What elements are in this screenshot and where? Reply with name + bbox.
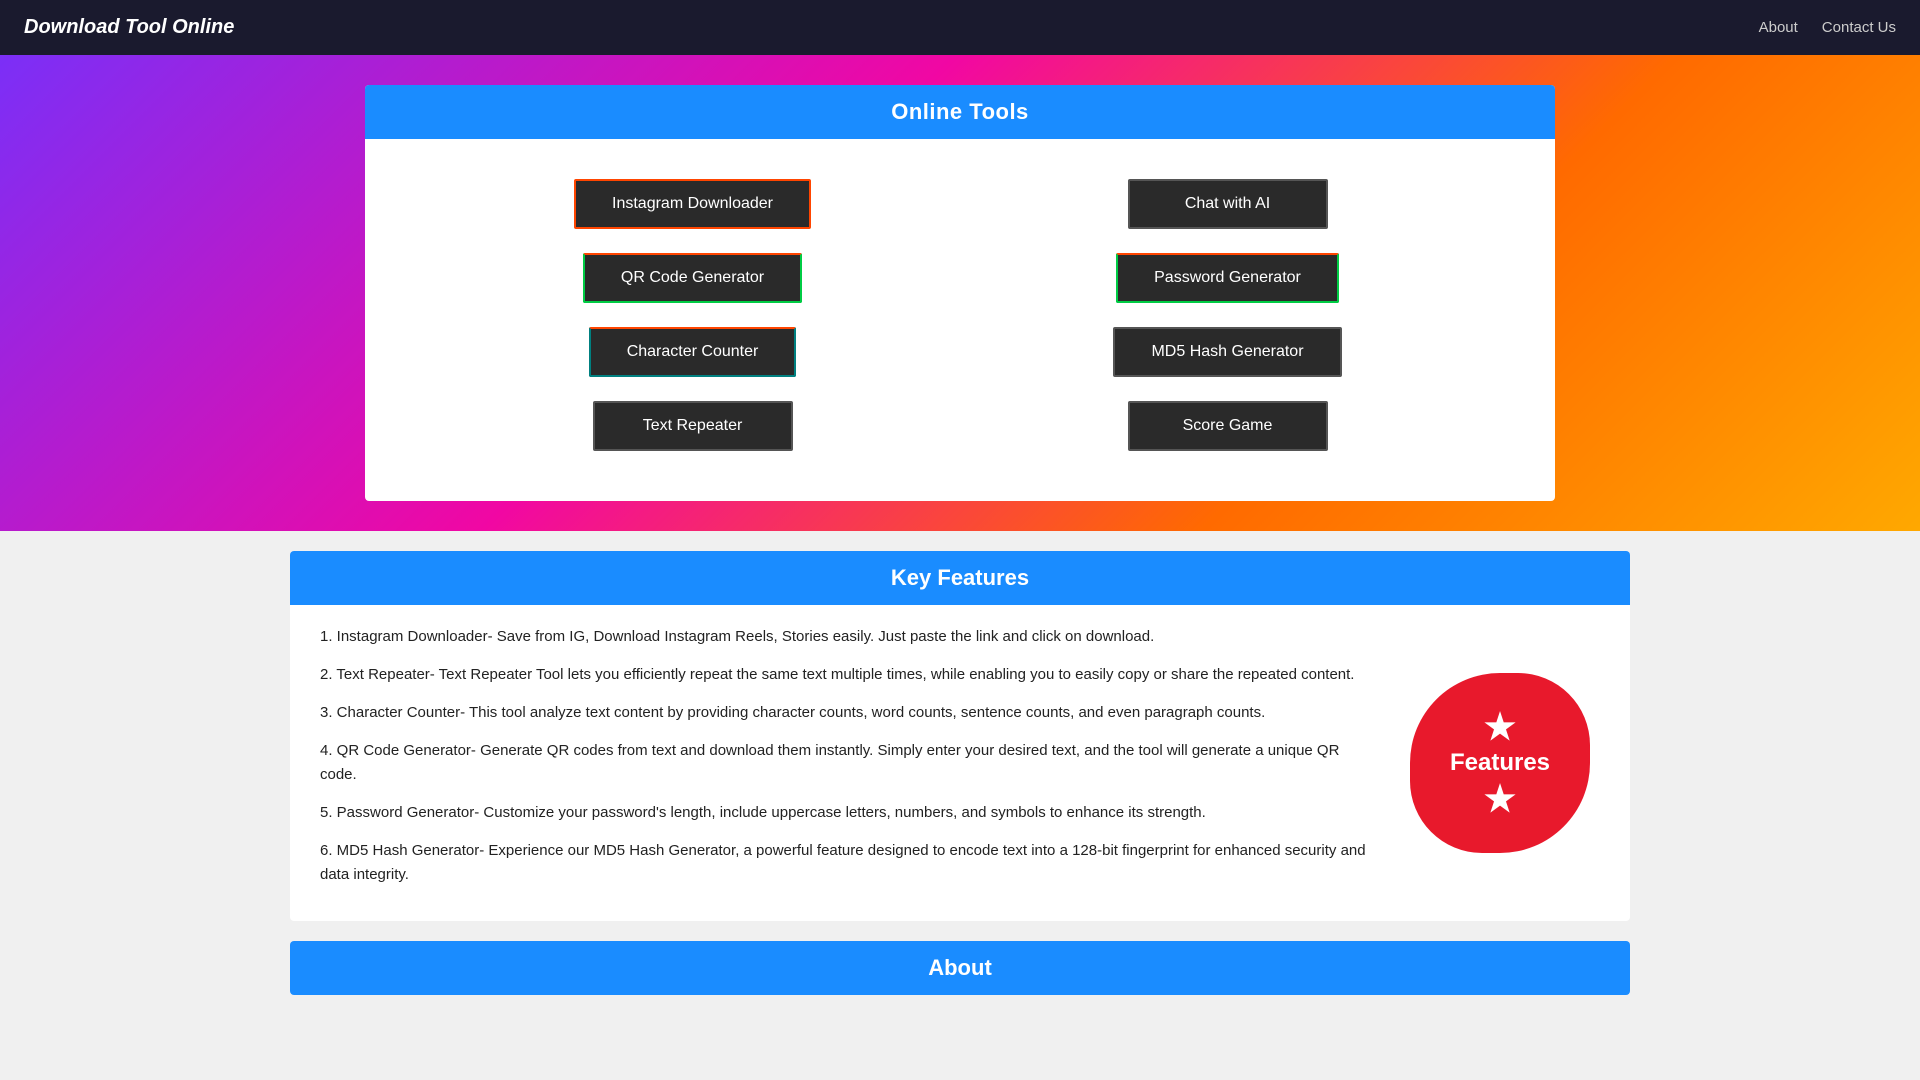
feature-item-1: 1. Instagram Downloader- Save from IG, D…	[320, 625, 1380, 649]
nav-contact-us[interactable]: Contact Us	[1822, 19, 1896, 36]
character-counter-button[interactable]: Character Counter	[589, 327, 797, 377]
feature-item-2: 2. Text Repeater- Text Repeater Tool let…	[320, 663, 1380, 687]
score-game-button[interactable]: Score Game	[1128, 401, 1328, 451]
badge-label: Features	[1450, 749, 1550, 778]
md5-hash-generator-button[interactable]: MD5 Hash Generator	[1113, 327, 1341, 377]
tools-col-left: Instagram Downloader QR Code Generator C…	[425, 159, 960, 471]
key-features-section: Key Features 1. Instagram Downloader- Sa…	[290, 551, 1630, 921]
online-tools-card: Online Tools Instagram Downloader QR Cod…	[365, 85, 1555, 501]
navbar: Download Tool Online About Contact Us	[0, 0, 1920, 55]
tools-grid: Instagram Downloader QR Code Generator C…	[365, 139, 1555, 501]
key-features-header: Key Features	[290, 551, 1630, 605]
badge-shape: ★ Features ★	[1410, 673, 1590, 853]
about-section: About	[290, 941, 1630, 995]
feature-item-4: 4. QR Code Generator- Generate QR codes …	[320, 739, 1380, 787]
qr-code-generator-button[interactable]: QR Code Generator	[583, 253, 802, 303]
instagram-downloader-button[interactable]: Instagram Downloader	[574, 179, 811, 229]
features-list: 1. Instagram Downloader- Save from IG, D…	[320, 625, 1380, 901]
hero-section: Online Tools Instagram Downloader QR Cod…	[0, 55, 1920, 531]
star-top-icon: ★	[1484, 709, 1516, 745]
feature-item-5: 5. Password Generator- Customize your pa…	[320, 801, 1380, 825]
feature-item-3: 3. Character Counter- This tool analyze …	[320, 701, 1380, 725]
features-badge: ★ Features ★	[1400, 625, 1600, 901]
text-repeater-button[interactable]: Text Repeater	[593, 401, 793, 451]
chat-with-ai-button[interactable]: Chat with AI	[1128, 179, 1328, 229]
password-generator-button[interactable]: Password Generator	[1116, 253, 1339, 303]
nav-about[interactable]: About	[1759, 19, 1798, 36]
online-tools-header: Online Tools	[365, 85, 1555, 139]
star-bottom-icon: ★	[1484, 781, 1516, 817]
about-header: About	[290, 941, 1630, 995]
features-content: 1. Instagram Downloader- Save from IG, D…	[290, 605, 1630, 921]
tools-col-right: Chat with AI Password Generator MD5 Hash…	[960, 159, 1495, 471]
feature-item-6: 6. MD5 Hash Generator- Experience our MD…	[320, 839, 1380, 887]
nav-links: About Contact Us	[1759, 19, 1896, 36]
site-brand[interactable]: Download Tool Online	[24, 16, 234, 39]
